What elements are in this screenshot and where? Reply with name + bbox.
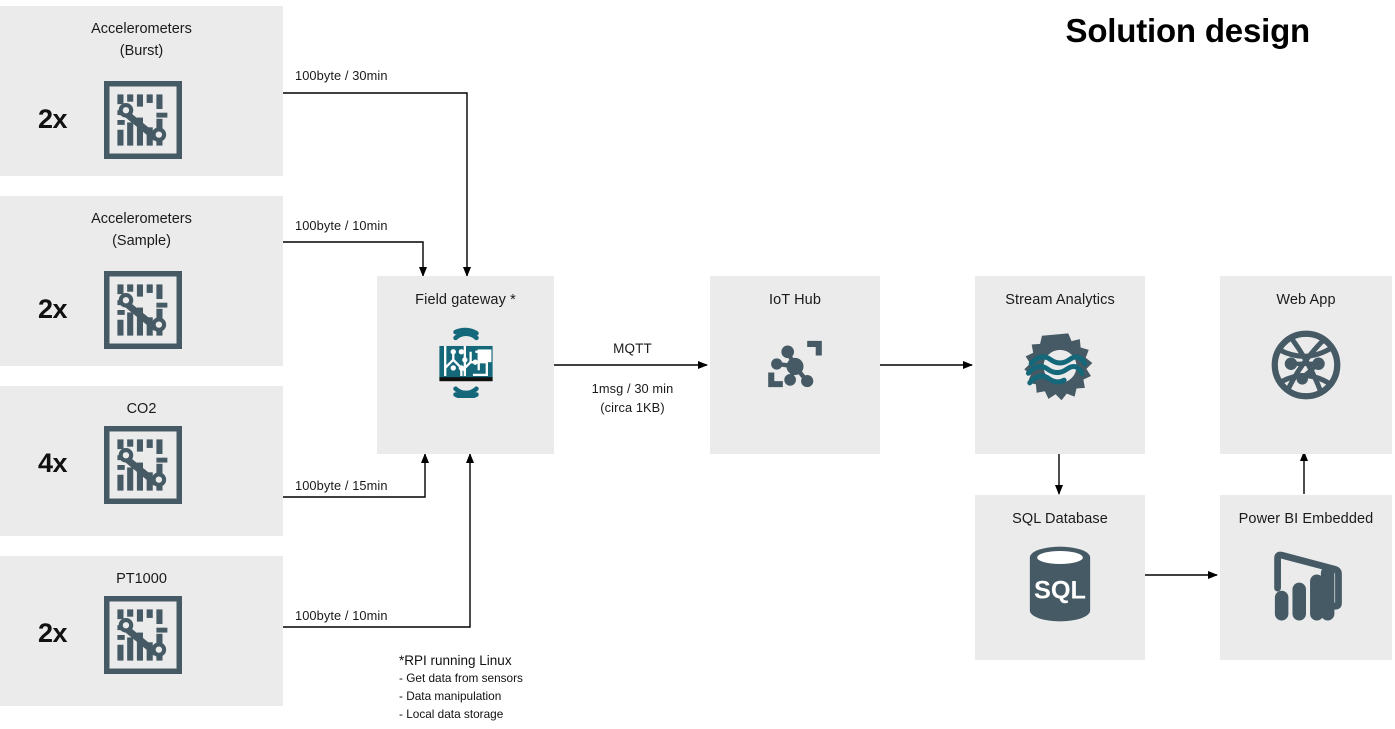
- gateway-board-icon: [429, 324, 503, 403]
- node-field-gateway[interactable]: Field gateway *: [377, 276, 554, 454]
- sensor-box-accelerometers-burst[interactable]: Accelerometers (Burst) 2x: [0, 6, 283, 176]
- node-stream-analytics[interactable]: Stream Analytics: [975, 276, 1145, 454]
- iot-hub-icon: [756, 325, 834, 408]
- sensor-box-co2[interactable]: CO2 4x: [0, 386, 283, 536]
- edge-label-msg-size: (circa 1KB): [600, 400, 665, 415]
- footnote-item: - Local data storage: [399, 707, 504, 722]
- sensor-label: Accelerometers (Burst): [91, 21, 192, 59]
- node-label: Field gateway *: [415, 292, 516, 308]
- circuit-chip-icon: [103, 425, 183, 509]
- power-bi-icon: [1260, 540, 1352, 633]
- footnote-item: - Get data from sensors: [399, 671, 523, 686]
- circuit-chip-icon: [103, 80, 183, 164]
- sensor-count: 2x: [38, 104, 68, 134]
- footnote: *RPI running Linux - Get data from senso…: [399, 652, 523, 724]
- sensor-label: PT1000: [116, 571, 167, 587]
- node-web-app[interactable]: Web App: [1220, 276, 1392, 454]
- sensor-count: 2x: [38, 294, 68, 324]
- node-iot-hub[interactable]: IoT Hub: [710, 276, 880, 454]
- footnote-heading: *RPI running Linux: [399, 653, 512, 668]
- page-title: Solution design: [1065, 12, 1311, 49]
- edge-label-co2: 100byte / 15min: [295, 478, 388, 493]
- edge-sample-to-gateway: [283, 241, 427, 277]
- node-label: IoT Hub: [768, 292, 822, 308]
- sensor-box-pt1000[interactable]: PT1000 2x: [0, 556, 283, 706]
- edge-label-msg-rate: 1msg / 30 min: [591, 381, 674, 396]
- circuit-chip-icon: [103, 595, 183, 679]
- node-sql-database[interactable]: SQL Database SQL: [975, 495, 1145, 660]
- edge-burst-to-gateway: [283, 92, 471, 277]
- node-label: Stream Analytics: [1005, 292, 1115, 308]
- sensor-label: CO2: [126, 401, 157, 417]
- sensor-count: 2x: [38, 618, 68, 648]
- edge-label-mqtt: MQTT: [613, 341, 652, 356]
- edge-label-pt1000: 100byte / 10min: [295, 608, 388, 623]
- sensor-count: 4x: [38, 448, 68, 478]
- circuit-chip-icon: [103, 270, 183, 354]
- web-globe-icon: [1266, 325, 1346, 410]
- node-power-bi-embedded[interactable]: Power BI Embedded: [1220, 495, 1392, 660]
- edge-label-sample: 100byte / 10min: [295, 218, 388, 233]
- edge-label-burst: 100byte / 30min: [295, 68, 388, 83]
- sql-cylinder-icon: SQL: [1024, 543, 1096, 630]
- footnote-item: - Data manipulation: [399, 689, 502, 704]
- diagram-canvas: Solution design Accelerometers (Burst) 2…: [0, 0, 1395, 729]
- stream-analytics-gear-icon: [1016, 321, 1104, 414]
- node-label: Power BI Embedded: [1238, 511, 1374, 527]
- sensor-box-accelerometers-sample[interactable]: Accelerometers (Sample) 2x: [0, 196, 283, 366]
- svg-text:SQL: SQL: [1034, 576, 1086, 604]
- node-label: Web App: [1276, 292, 1336, 308]
- node-label: SQL Database: [1012, 511, 1108, 527]
- sensor-label: Accelerometers (Sample): [91, 211, 192, 249]
